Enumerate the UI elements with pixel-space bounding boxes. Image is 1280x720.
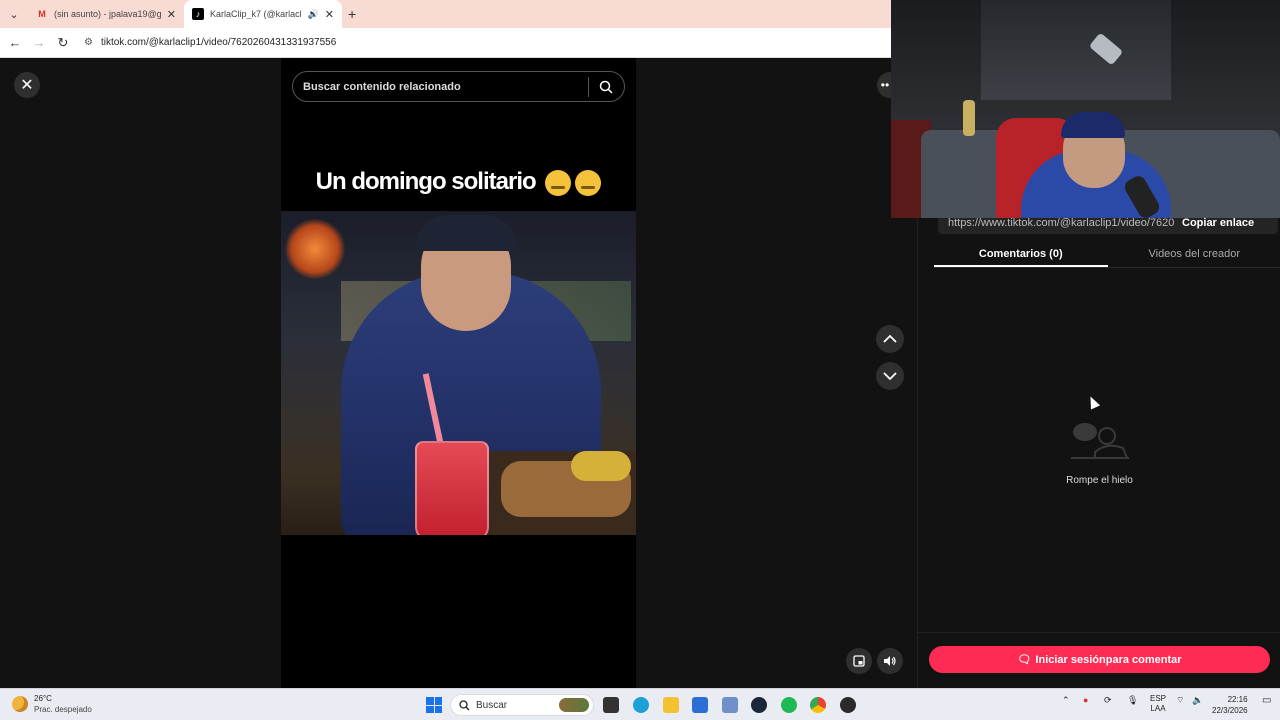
- streamer-hat-shape: [1061, 112, 1125, 138]
- tab-tiktok[interactable]: ♪ KarlaClip_k7 (@karlaclip1) | 🔊 ✕: [184, 0, 342, 28]
- video-caption: Un domingo solitario: [281, 168, 636, 196]
- weather-temp: 26°C: [34, 694, 52, 703]
- task-view-icon[interactable]: [603, 697, 619, 713]
- microsoft-store-icon[interactable]: [692, 697, 708, 713]
- tray-app-icon[interactable]: ●: [1083, 695, 1088, 705]
- close-tab-icon[interactable]: ✕: [167, 8, 176, 21]
- tab-gmail[interactable]: M (sin asunto) - jpalava19@gmail.com ✕: [28, 0, 184, 28]
- moon-icon: [12, 696, 28, 712]
- empty-comments-text: Rompe el hielo: [1066, 475, 1133, 486]
- cap-shape: [416, 215, 516, 251]
- tab-label: KarlaClip_k7 (@karlaclip1) |: [210, 9, 302, 19]
- chevron-up-icon: [883, 334, 897, 343]
- windows-start-icon[interactable]: [426, 697, 442, 713]
- browser-tabbar: ⌄ M (sin asunto) - jpalava19@gmail.com ✕…: [0, 0, 891, 28]
- back-button[interactable]: ←: [6, 34, 24, 52]
- drink-shape: [415, 441, 489, 535]
- clock-date: 22/3/2026: [1212, 706, 1248, 715]
- comment-bubble-icon: 🗨: [1017, 654, 1032, 666]
- tray-overflow-icon[interactable]: ⌃: [1062, 695, 1070, 706]
- spotify-icon[interactable]: [781, 697, 797, 713]
- food-shape: [571, 451, 631, 481]
- floating-player-button[interactable]: [846, 648, 872, 674]
- search-icon[interactable]: [589, 80, 623, 94]
- tab-search-menu-icon[interactable]: ⌄: [0, 0, 28, 28]
- login-to-comment-button[interactable]: 🗨 Iniciar sesiónpara comentar: [929, 646, 1270, 673]
- gmail-icon: M: [38, 9, 46, 19]
- video-page: ✕ Un domingo solitario: [0, 58, 917, 688]
- clock-time: 22:16: [1227, 695, 1248, 704]
- wall-shape: [981, 0, 1171, 100]
- tab-creator-videos[interactable]: Videos del creador: [1108, 240, 1280, 267]
- comments-tabs: Comentarios (0) Videos del creador: [934, 240, 1280, 268]
- site-info-icon[interactable]: ⚙: [84, 37, 93, 48]
- lamp-shape: [285, 219, 345, 279]
- video-column: Un domingo solitario: [281, 58, 636, 688]
- edge-icon[interactable]: [633, 697, 649, 713]
- video-frame[interactable]: [281, 211, 636, 535]
- empty-comments-illustration-icon: [1070, 423, 1129, 459]
- tab-comments[interactable]: Comentarios (0): [934, 240, 1108, 267]
- taskbar: 26°C Prac. despejado Buscar ⌃ ● ⟳ 🎙 ESP …: [0, 688, 1280, 720]
- volume-button[interactable]: [877, 648, 903, 674]
- volume-icon: [884, 656, 896, 666]
- taskbar-search[interactable]: Buscar: [450, 694, 594, 716]
- language-line2: LAA: [1150, 704, 1166, 713]
- pensive-face-icon: [575, 169, 602, 196]
- pensive-face-icon: [545, 169, 572, 196]
- close-video-button[interactable]: ✕: [14, 72, 40, 98]
- url-field[interactable]: ⚙ tiktok.com/@karlaclip1/video/762026043…: [84, 37, 336, 48]
- reload-button[interactable]: ↻: [54, 34, 72, 52]
- copy-link-button[interactable]: Copiar enlace: [1182, 217, 1254, 229]
- tiktok-icon: ♪: [192, 8, 204, 20]
- caption-text: Un domingo solitario: [315, 168, 537, 195]
- weather-desc: Prac. despejado: [34, 705, 92, 714]
- webcam-overlay: [891, 0, 1280, 218]
- tray-sync-icon[interactable]: ⟳: [1104, 695, 1112, 706]
- tab-label: (sin asunto) - jpalava19@gmail.com: [54, 9, 161, 19]
- language-line1: ESP: [1150, 694, 1167, 703]
- empty-comments: Rompe el hielo: [918, 418, 1280, 486]
- address-bar: ← → ↻ ⚙ tiktok.com/@karlaclip1/video/762…: [0, 28, 891, 58]
- close-tab-icon[interactable]: ✕: [325, 8, 334, 21]
- weather-widget[interactable]: 26°C Prac. despejado: [12, 693, 92, 715]
- related-search-box[interactable]: [292, 71, 625, 102]
- chevron-down-icon: [883, 372, 897, 381]
- language-indicator[interactable]: ESP LAA: [1150, 694, 1166, 714]
- wifi-icon[interactable]: ⌔: [1176, 695, 1184, 706]
- bottle-shape: [963, 100, 975, 136]
- speaker-icon[interactable]: 🔈: [1192, 695, 1203, 706]
- login-to-comment-label: Iniciar sesiónpara comentar: [1035, 653, 1182, 666]
- search-icon: [459, 699, 470, 710]
- search-input[interactable]: [303, 80, 588, 93]
- next-video-button[interactable]: [876, 362, 904, 390]
- audio-icon[interactable]: 🔊: [308, 9, 319, 20]
- forward-button[interactable]: →: [30, 34, 48, 52]
- pip-icon: [853, 655, 865, 667]
- notification-icon[interactable]: ▭: [1262, 695, 1271, 706]
- steam-icon[interactable]: [751, 697, 767, 713]
- previous-video-button[interactable]: [876, 325, 904, 353]
- app-icon[interactable]: [722, 697, 738, 713]
- url-text: tiktok.com/@karlaclip1/video/76202604313…: [100, 37, 337, 48]
- comment-footer: 🗨 Iniciar sesiónpara comentar: [918, 632, 1280, 688]
- screen: ⌄ M (sin asunto) - jpalava19@gmail.com ✕…: [0, 0, 1280, 720]
- file-explorer-icon[interactable]: [663, 697, 679, 713]
- clock[interactable]: 22:16 22/3/2026: [1212, 694, 1248, 716]
- obs-icon[interactable]: [840, 697, 856, 713]
- microphone-icon[interactable]: 🎙: [1127, 695, 1138, 706]
- new-tab-button[interactable]: +: [348, 6, 356, 22]
- taskbar-search-label: Buscar: [476, 699, 508, 711]
- share-url: https://www.tiktok.com/@karlaclip1/video…: [948, 217, 1174, 229]
- search-highlight-image: [559, 698, 589, 712]
- chrome-icon[interactable]: [810, 697, 826, 713]
